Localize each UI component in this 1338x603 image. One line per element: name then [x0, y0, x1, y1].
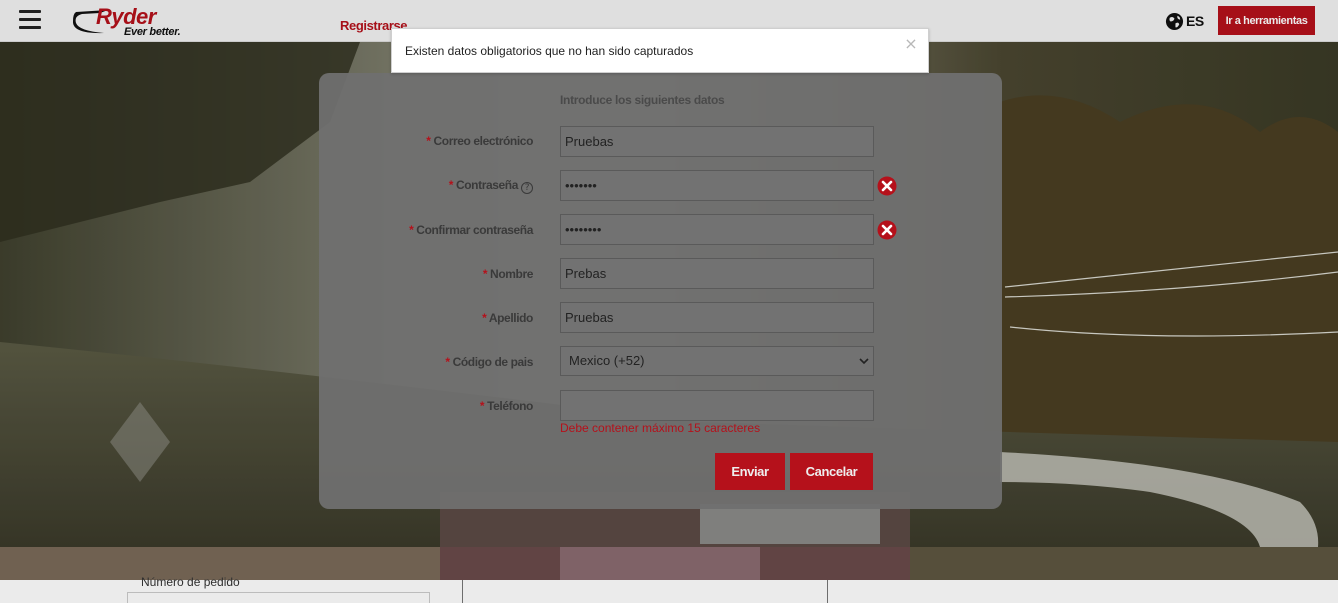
phone-field[interactable]	[560, 390, 874, 421]
password-field[interactable]	[560, 170, 874, 201]
password-label: * Contraseña?	[449, 178, 533, 194]
email-label: * Correo electrónico	[426, 134, 533, 148]
first-name-label: * Nombre	[482, 267, 534, 281]
country-code-value: Mexico (+52)	[569, 353, 645, 368]
cancel-button[interactable]: Cancelar	[790, 453, 873, 490]
last-name-field[interactable]	[560, 302, 874, 333]
phone-error-message: Debe contener máximo 15 caracteres	[560, 421, 761, 435]
confirm-password-field[interactable]	[560, 214, 874, 245]
country-code-label: * Código de pais	[445, 355, 533, 369]
first-name-field[interactable]	[560, 258, 874, 289]
email-field[interactable]	[560, 126, 874, 157]
alert-message: Existen datos obligatorios que no han si…	[405, 44, 694, 58]
confirm-password-label: * Confirmar contraseña	[409, 223, 533, 237]
close-icon[interactable]: ×	[904, 36, 918, 52]
form-heading: Introduce los siguientes datos	[560, 93, 725, 107]
validation-alert: Existen datos obligatorios que no han si…	[391, 28, 929, 73]
country-code-select[interactable]: Mexico (+52)	[560, 346, 874, 376]
submit-button[interactable]: Enviar	[715, 453, 785, 490]
chevron-down-icon	[859, 358, 869, 365]
last-name-label: * Apellido	[482, 311, 533, 325]
phone-label: * Teléfono	[479, 399, 534, 413]
registration-modal: Introduce los siguientes datos * Correo …	[319, 73, 1002, 509]
help-circle-icon[interactable]: ?	[521, 182, 533, 194]
error-x-circle-icon	[877, 220, 897, 240]
error-x-circle-icon	[877, 176, 897, 196]
